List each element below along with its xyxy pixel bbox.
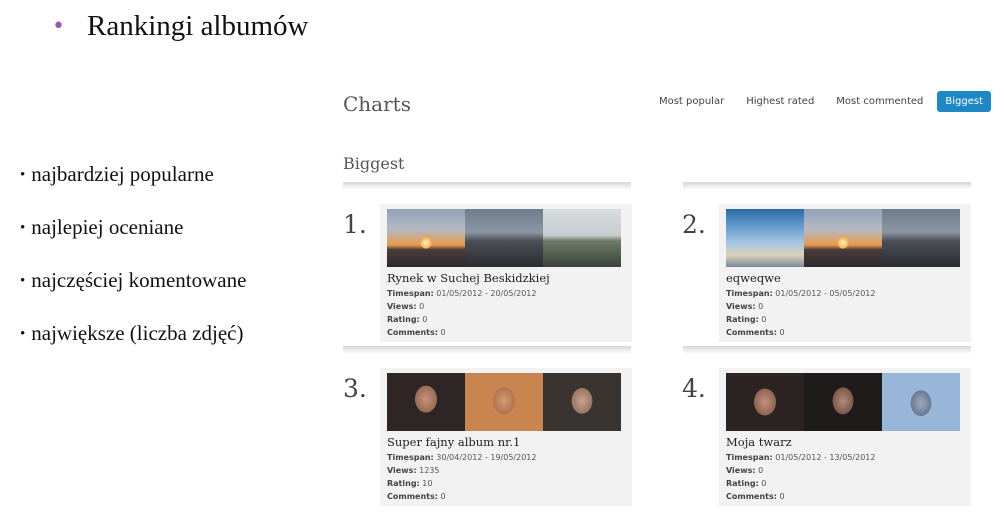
bullet-item: • największe (liczba zdjęć) xyxy=(20,321,246,374)
album-views: Views: 0 xyxy=(726,302,764,311)
bullet-item: • najlepiej oceniane xyxy=(20,215,246,268)
album-rating: Rating: 0 xyxy=(726,479,767,488)
rank-number: 3. xyxy=(343,374,367,403)
album-rating: Rating: 0 xyxy=(726,315,767,324)
album-timespan: Timespan: 01/05/2012 - 05/05/2012 xyxy=(726,289,876,298)
charts-page: Charts Most popular Highest rated Most c… xyxy=(340,84,1000,520)
photo-thumbnail[interactable] xyxy=(465,209,543,267)
album-thumbnails[interactable] xyxy=(387,209,621,267)
section-title: Biggest xyxy=(343,154,405,173)
tab-most-commented[interactable]: Most commented xyxy=(828,91,931,112)
photo-thumbnail[interactable] xyxy=(387,209,465,267)
photo-thumbnail[interactable] xyxy=(882,209,960,267)
bullet-item: • najczęściej komentowane xyxy=(20,268,246,321)
album-card[interactable]: eqweqwe Timespan: 01/05/2012 - 05/05/201… xyxy=(719,204,971,342)
divider xyxy=(683,182,971,190)
album-comments: Comments: 0 xyxy=(387,492,446,501)
rank-number: 1. xyxy=(343,210,367,239)
album-comments: Comments: 0 xyxy=(387,328,446,337)
bullet-item: • najbardziej popularne xyxy=(20,162,246,215)
photo-thumbnail[interactable] xyxy=(465,373,543,431)
photo-thumbnail[interactable] xyxy=(726,373,804,431)
chart-tabs: Most popular Highest rated Most commente… xyxy=(651,91,991,112)
bullet-icon: • xyxy=(20,326,26,342)
album-views: Views: 0 xyxy=(726,466,764,475)
album-card[interactable]: Rynek w Suchej Beskidzkiej Timespan: 01/… xyxy=(380,204,632,342)
divider xyxy=(343,346,631,354)
album-comments: Comments: 0 xyxy=(726,328,785,337)
album-rating: Rating: 10 xyxy=(387,479,433,488)
album-timespan: Timespan: 01/05/2012 - 20/05/2012 xyxy=(387,289,537,298)
slide-title: • Rankingi albumów xyxy=(52,10,309,43)
album-timespan: Timespan: 01/05/2012 - 13/05/2012 xyxy=(726,453,876,462)
divider xyxy=(343,182,631,190)
album-views: Views: 0 xyxy=(387,302,425,311)
tab-highest-rated[interactable]: Highest rated xyxy=(738,91,822,112)
page-title: Charts xyxy=(343,92,411,116)
album-name[interactable]: Moja twarz xyxy=(726,435,792,449)
rank-number: 2. xyxy=(682,210,706,239)
photo-thumbnail[interactable] xyxy=(387,373,465,431)
photo-thumbnail[interactable] xyxy=(804,209,882,267)
album-rating: Rating: 0 xyxy=(387,315,428,324)
photo-thumbnail[interactable] xyxy=(726,209,804,267)
photo-thumbnail[interactable] xyxy=(543,373,621,431)
album-card[interactable]: Moja twarz Timespan: 01/05/2012 - 13/05/… xyxy=(719,368,971,506)
album-card[interactable]: Super fajny album nr.1 Timespan: 30/04/2… xyxy=(380,368,632,506)
bullet-icon: • xyxy=(20,220,26,236)
rank-number: 4. xyxy=(682,374,706,403)
album-thumbnails[interactable] xyxy=(387,373,621,431)
tab-biggest[interactable]: Biggest xyxy=(937,91,991,112)
album-comments: Comments: 0 xyxy=(726,492,785,501)
photo-thumbnail[interactable] xyxy=(804,373,882,431)
bullet-list: • najbardziej popularne • najlepiej ocenia… xyxy=(20,162,246,374)
album-views: Views: 1235 xyxy=(387,466,440,475)
slide-title-text: Rankingi albumów xyxy=(86,10,309,42)
bullet-icon: • xyxy=(20,273,26,289)
bullet-icon: • xyxy=(20,167,26,183)
divider xyxy=(683,346,971,354)
album-name[interactable]: Rynek w Suchej Beskidzkiej xyxy=(387,271,550,285)
tab-most-popular[interactable]: Most popular xyxy=(651,91,732,112)
album-name[interactable]: eqweqwe xyxy=(726,271,781,285)
album-name[interactable]: Super fajny album nr.1 xyxy=(387,435,520,449)
photo-thumbnail[interactable] xyxy=(543,209,621,267)
album-thumbnails[interactable] xyxy=(726,373,960,431)
bullet-icon: • xyxy=(52,14,65,39)
album-thumbnails[interactable] xyxy=(726,209,960,267)
photo-thumbnail[interactable] xyxy=(882,373,960,431)
album-timespan: Timespan: 30/04/2012 - 19/05/2012 xyxy=(387,453,537,462)
